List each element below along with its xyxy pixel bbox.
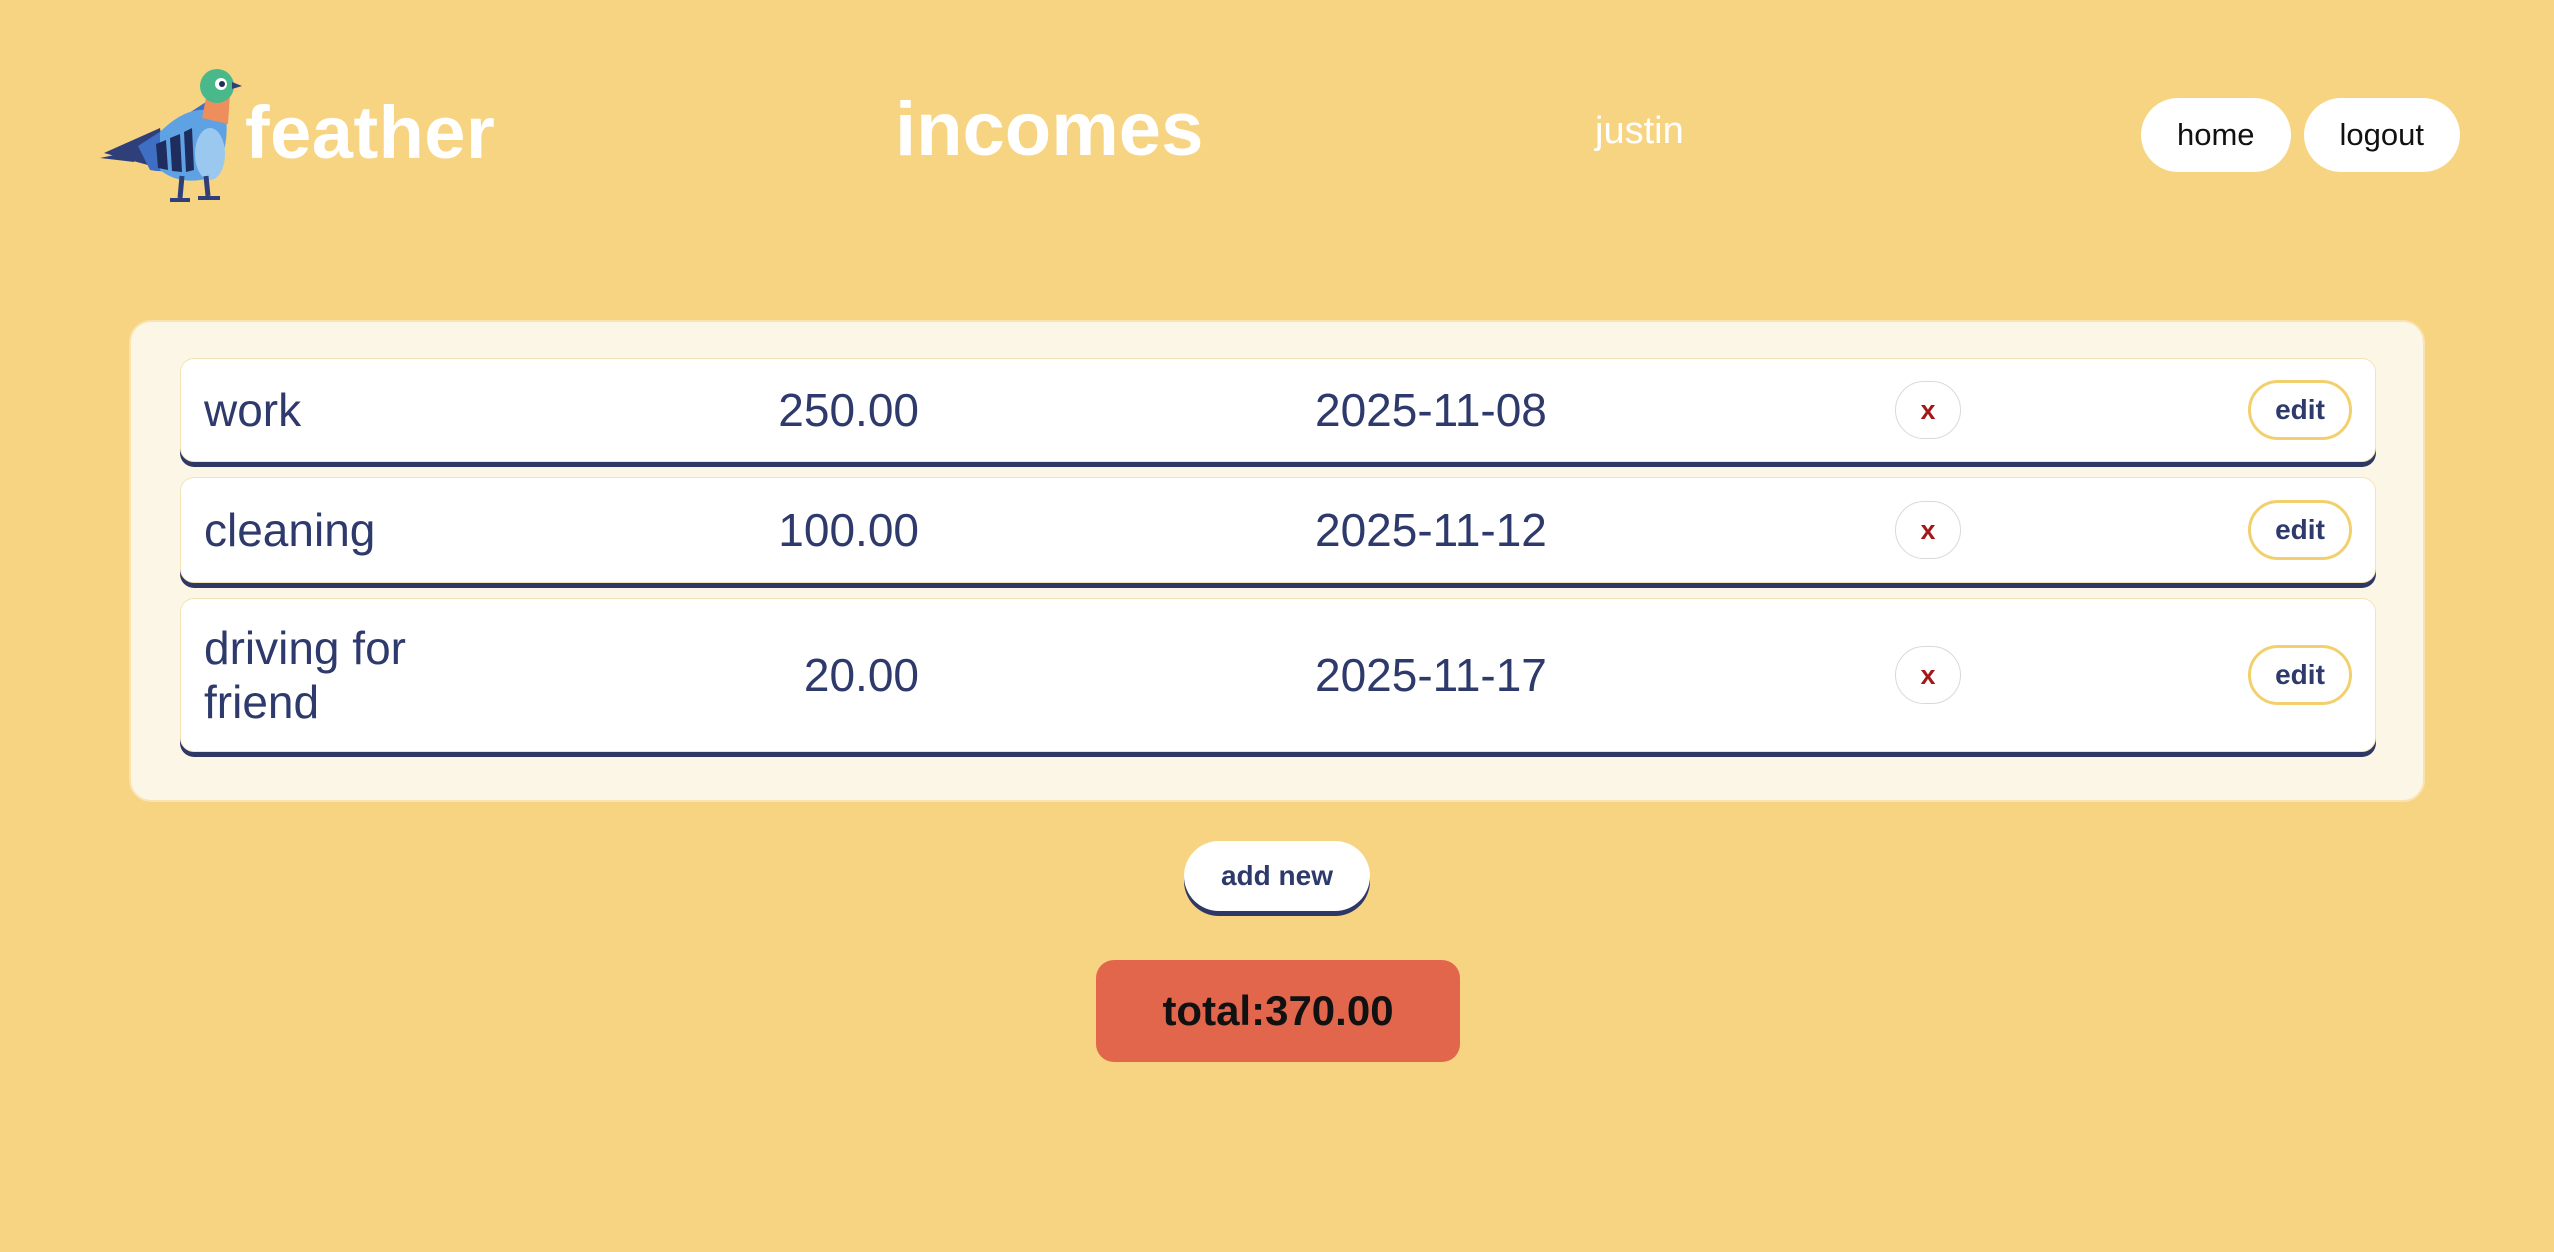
- total-value: 370.00: [1265, 987, 1394, 1034]
- delete-button[interactable]: x: [1895, 501, 1961, 559]
- pigeon-logo-icon: [100, 69, 242, 202]
- edit-button[interactable]: edit: [2248, 380, 2352, 440]
- home-button[interactable]: home: [2140, 98, 2291, 172]
- income-list: work 250.00 2025-11-08 x edit cleaning 1…: [129, 320, 2425, 802]
- income-row: driving for friend 20.00 2025-11-17 x ed…: [180, 598, 2376, 752]
- username: justin: [1595, 110, 1684, 152]
- brand-name: feather: [245, 91, 496, 174]
- total-badge: total: 370.00: [1096, 960, 1460, 1062]
- edit-button[interactable]: edit: [2248, 500, 2352, 560]
- page-title: incomes: [895, 87, 1204, 172]
- logout-button[interactable]: logout: [2303, 98, 2460, 172]
- income-date: 2025-11-17: [1315, 649, 1547, 701]
- top-nav: home logout: [2140, 98, 2460, 172]
- brand[interactable]: feather: [98, 58, 495, 208]
- income-amount: 100.00: [778, 504, 919, 556]
- income-name: driving for friend: [204, 622, 406, 728]
- income-row: cleaning 100.00 2025-11-12 x edit: [180, 477, 2376, 583]
- income-amount: 20.00: [803, 649, 919, 701]
- income-date: 2025-11-08: [1315, 384, 1547, 436]
- income-amount: 250.00: [778, 384, 919, 436]
- income-date: 2025-11-12: [1315, 504, 1547, 556]
- income-row: work 250.00 2025-11-08 x edit: [180, 358, 2376, 462]
- edit-button[interactable]: edit: [2248, 645, 2352, 705]
- income-name: work: [204, 384, 302, 436]
- delete-button[interactable]: x: [1895, 646, 1961, 704]
- income-name: cleaning: [204, 504, 376, 556]
- total-label: total:: [1162, 987, 1266, 1034]
- delete-button[interactable]: x: [1895, 381, 1961, 439]
- add-new-button[interactable]: add new: [1184, 841, 1370, 911]
- app-header: feather incomes justin home logout: [0, 0, 2554, 270]
